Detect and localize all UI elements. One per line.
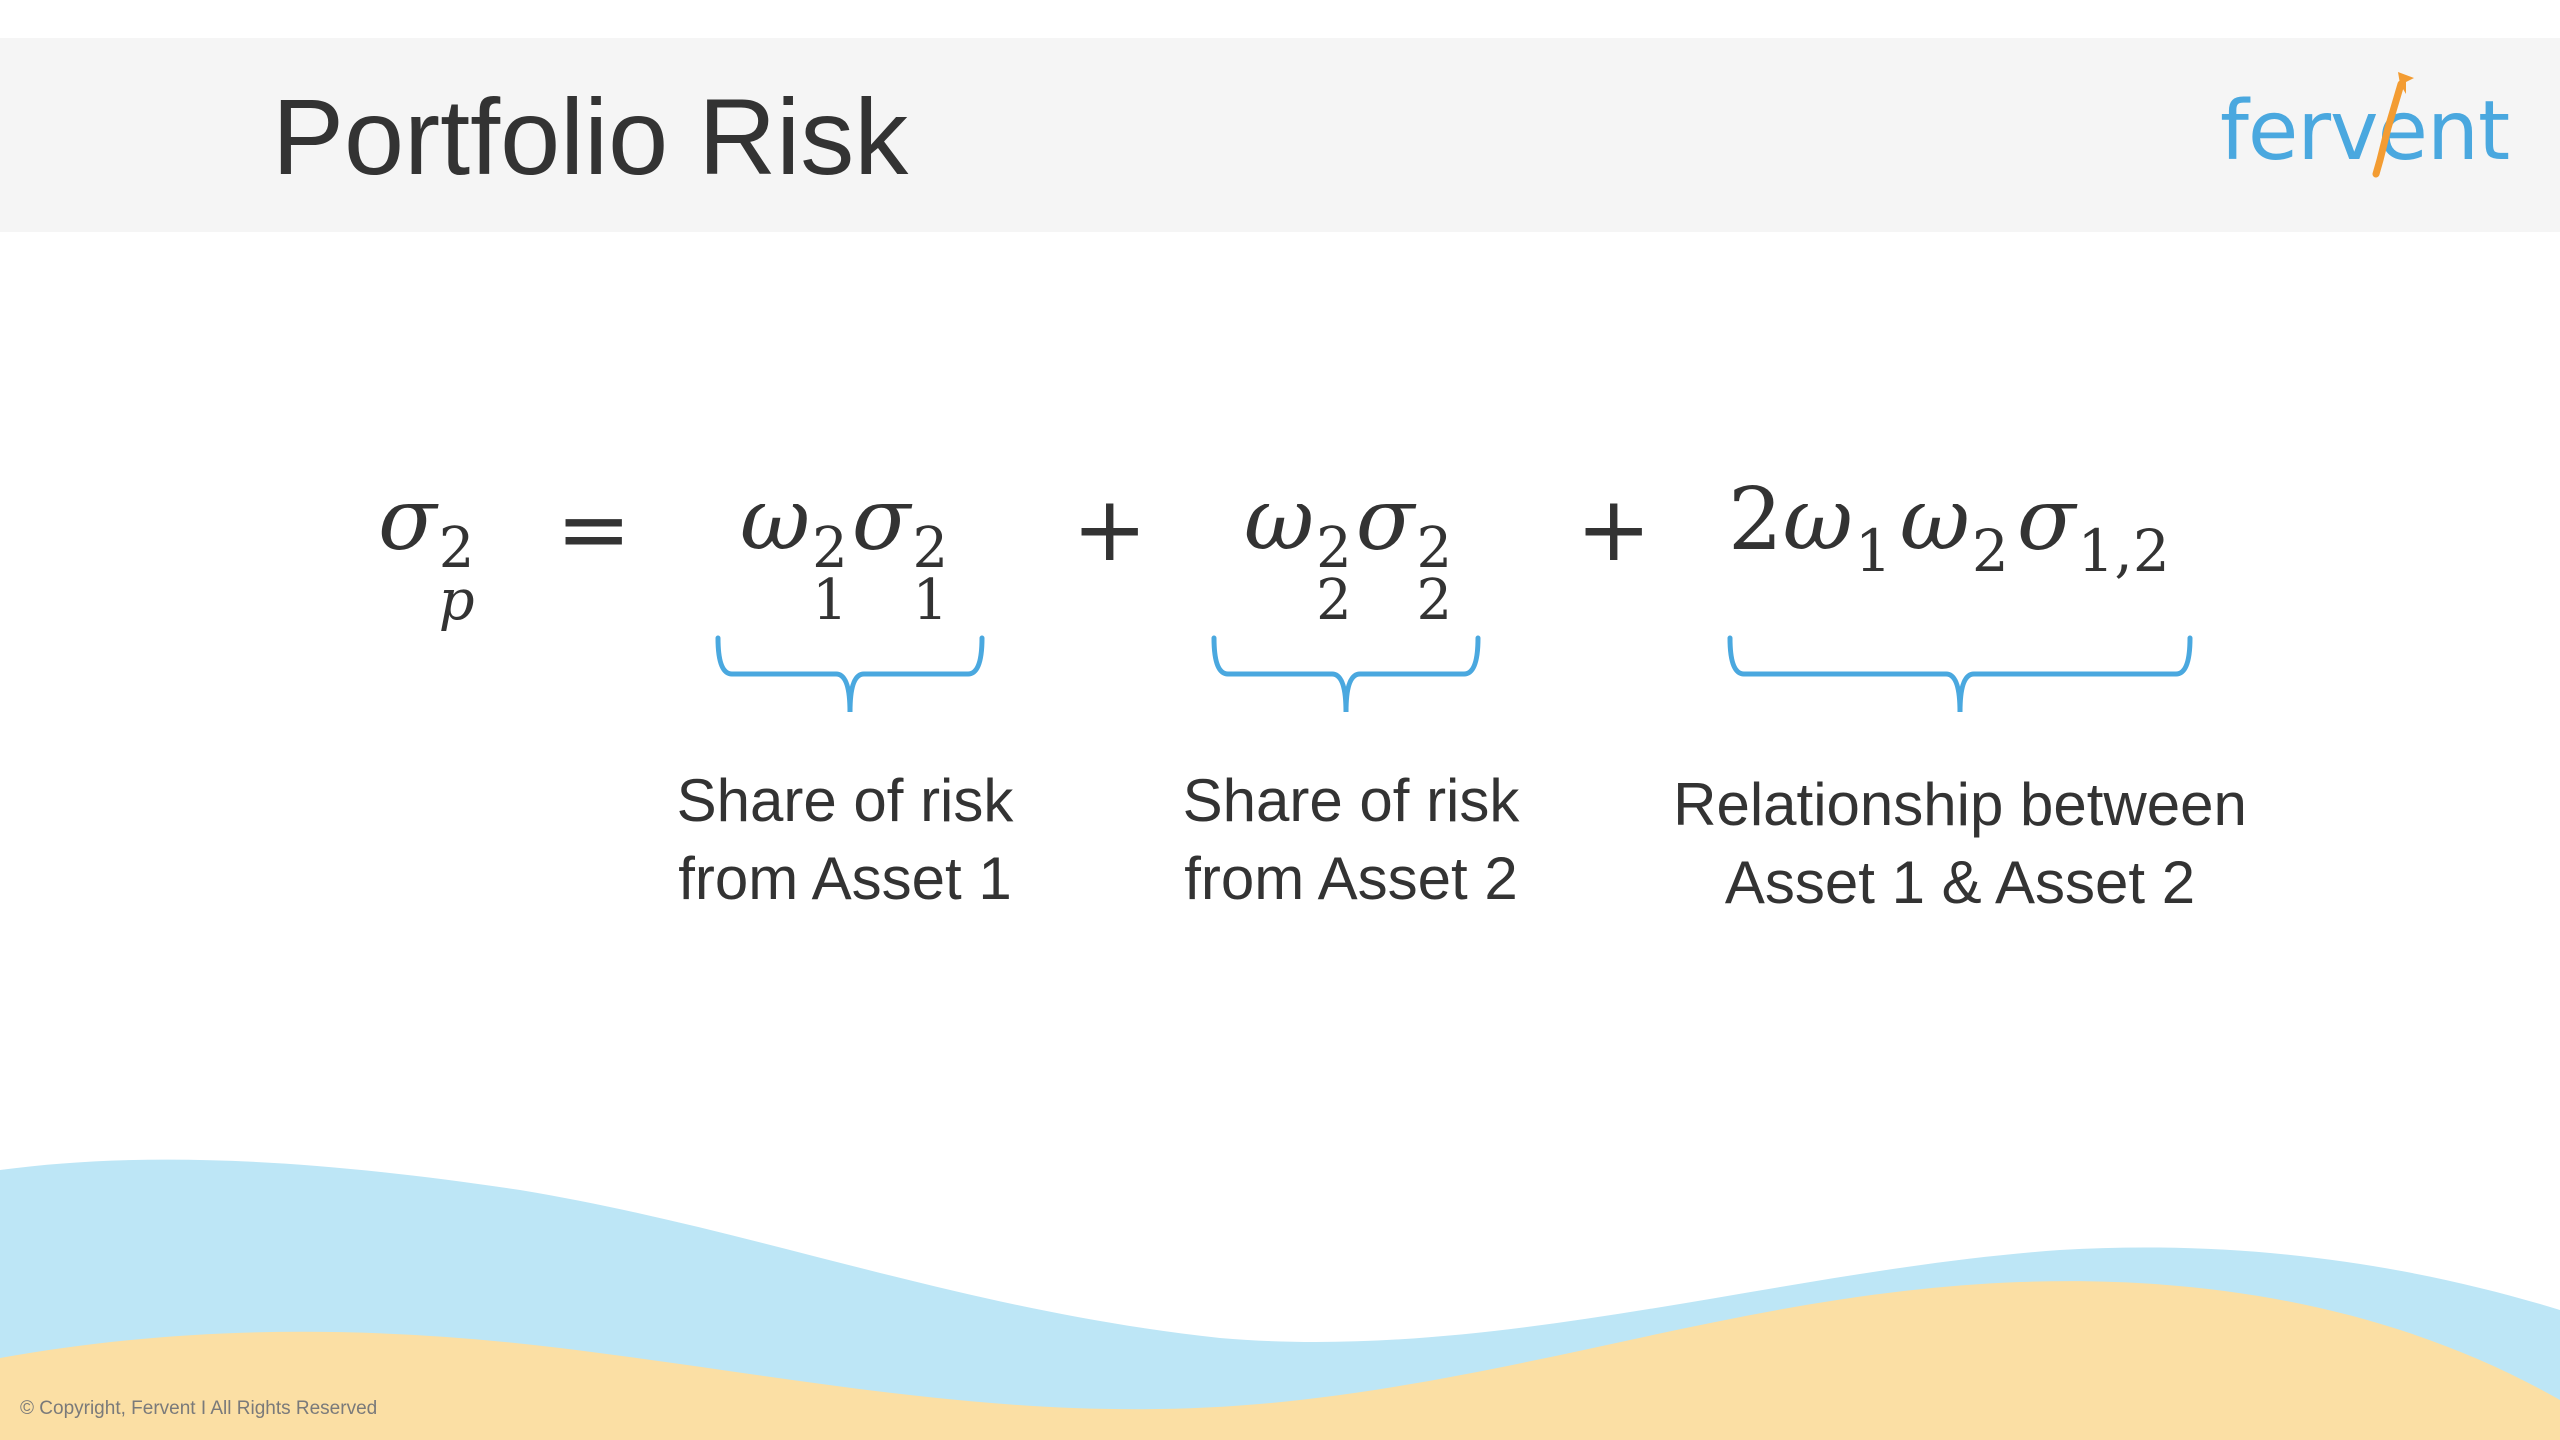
annotation-relationship: Relationship between Asset 1 & Asset 2	[1600, 766, 2320, 922]
copyright-notice: © Copyright, Fervent I All Rights Reserv…	[20, 1398, 378, 1419]
brace-term-1	[715, 635, 985, 713]
brace-term-2	[1211, 635, 1481, 713]
annotation-line: from Asset 1	[678, 845, 1012, 912]
plus-sign-2: +	[1576, 477, 1652, 582]
equals-sign: =	[556, 477, 632, 582]
portfolio-variance-formula: σ2p = ω21σ21 + ω22σ22 + 2ω1ω2σ1,2	[0, 440, 2560, 640]
annotation-asset-2: Share of risk from Asset 2	[1126, 762, 1576, 918]
annotation-line: Asset 1 & Asset 2	[1724, 849, 2196, 916]
paper-plane-icon	[2372, 72, 2414, 178]
annotation-asset-1: Share of risk from Asset 1	[620, 762, 1070, 918]
fervent-logo: fervent	[2220, 70, 2520, 180]
brace-term-3	[1727, 635, 2193, 713]
page-title: Portfolio Risk	[272, 76, 909, 197]
formula-term-3: 2ω1ω2σ1,2	[1728, 470, 2170, 585]
formula-lhs: σ2p	[378, 470, 475, 633]
annotation-line: Share of risk	[1182, 767, 1520, 834]
annotation-line: Relationship between	[1673, 771, 2247, 838]
decorative-waves	[0, 1159, 2560, 1440]
formula-term-1: ω21σ21	[740, 470, 949, 633]
annotation-line: Share of risk	[676, 767, 1014, 834]
plus-sign-1: +	[1072, 477, 1148, 582]
slide: Portfolio Risk fervent σ2p = ω21σ21 + ω2…	[0, 0, 2560, 1440]
annotation-line: from Asset 2	[1184, 845, 1518, 912]
formula-term-2: ω22σ22	[1244, 470, 1453, 633]
